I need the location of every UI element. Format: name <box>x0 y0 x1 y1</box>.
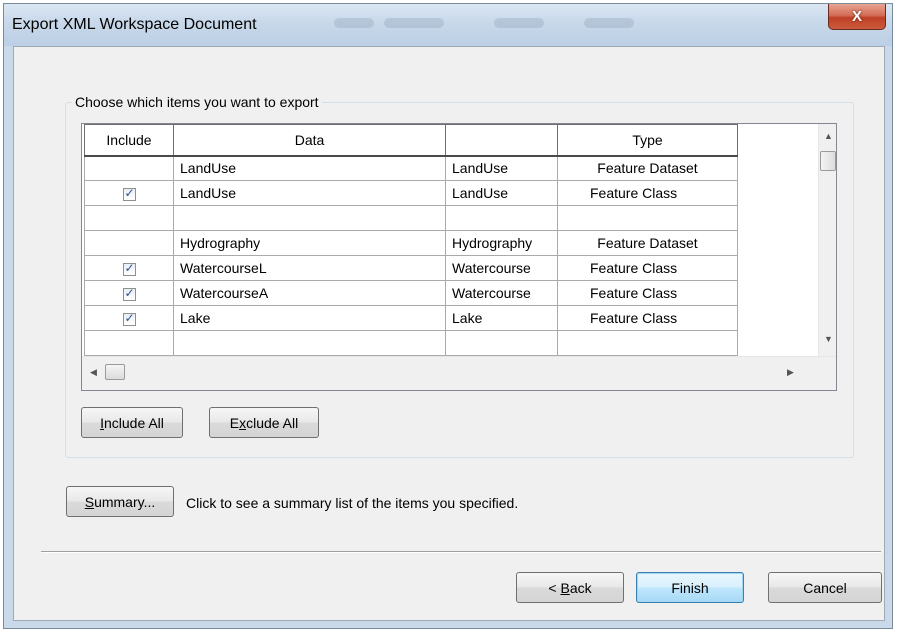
window-title: Export XML Workspace Document <box>12 16 257 33</box>
data-cell: WatercourseA <box>173 280 446 306</box>
back-mnemonic: B <box>560 579 570 596</box>
title-bar[interactable]: Export XML Workspace Document X <box>4 4 892 46</box>
table-row[interactable]: WatercourseLWatercourseFeature Class <box>84 255 738 281</box>
scroll-left-icon[interactable]: ◀ <box>90 367 97 378</box>
dataset-cell: Watercourse <box>445 255 558 281</box>
table-row[interactable]: LakeLakeFeature Class <box>84 305 738 331</box>
table-body: LandUseLandUseFeature DatasetLandUseLand… <box>84 155 738 356</box>
dataset-cell <box>445 205 558 231</box>
dataset-cell: LandUse <box>445 155 558 181</box>
summary-button[interactable]: Summary... <box>66 486 174 517</box>
data-cell <box>173 205 446 231</box>
type-cell: Feature Class <box>557 280 738 306</box>
include-all-button[interactable]: Include All <box>81 407 183 438</box>
titlebar-background-blur <box>494 18 544 28</box>
dialog-window: Export XML Workspace Document X Choose w… <box>3 3 893 629</box>
include-checkbox[interactable] <box>122 261 136 276</box>
dataset-cell: Watercourse <box>445 280 558 306</box>
scroll-down-icon[interactable]: ▼ <box>824 334 833 344</box>
column-header-data[interactable]: Data <box>173 124 446 157</box>
dialog-client-area: Choose which items you want to export In… <box>13 46 885 621</box>
back-label-pre: < <box>548 579 561 596</box>
items-grid[interactable]: Include Data Type LandUse LandUse Feature … <box>81 123 837 391</box>
vertical-scrollbar[interactable]: ▲ ▼ <box>818 124 836 356</box>
table-row[interactable]: LandUseLandUseFeature Class <box>84 180 738 206</box>
include-checkbox[interactable] <box>122 311 136 326</box>
column-header-include[interactable]: Include <box>84 124 174 157</box>
exclude-all-label: clude All <box>246 414 299 431</box>
back-button[interactable]: < Back <box>516 572 624 603</box>
type-cell: Feature Dataset <box>557 230 738 256</box>
include-cell <box>84 230 174 256</box>
titlebar-background-blur <box>584 18 634 28</box>
include-checkbox[interactable] <box>122 286 136 301</box>
include-cell[interactable] <box>84 255 174 281</box>
data-cell: WatercourseL <box>173 255 446 281</box>
include-checkbox[interactable] <box>122 186 136 201</box>
exclude-all-button[interactable]: Exclude All <box>209 407 319 438</box>
table-row[interactable]: LandUse LandUse Feature Dataset <box>84 155 738 181</box>
summary-mnemonic: S <box>84 493 95 510</box>
horizontal-scroll-thumb[interactable] <box>105 364 125 380</box>
close-icon: X <box>851 8 862 25</box>
include-cell[interactable] <box>84 305 174 331</box>
type-cell: Feature Class <box>557 180 738 206</box>
include-cell <box>84 155 174 181</box>
exclude-all-label-pre: E <box>229 414 240 431</box>
type-cell: Feature Dataset <box>557 155 738 181</box>
dataset-cell: Hydrography <box>445 230 558 256</box>
data-cell: Hydrography <box>173 230 446 256</box>
summary-label: ummary... <box>94 493 156 510</box>
type-cell <box>557 330 738 356</box>
table-header-row: Include Data Type <box>84 124 738 157</box>
table-row[interactable] <box>84 330 738 356</box>
table-row[interactable] <box>84 205 738 231</box>
data-cell: LandUse <box>173 155 446 181</box>
dataset-cell: Lake <box>445 305 558 331</box>
dataset-cell <box>445 330 558 356</box>
include-cell[interactable] <box>84 280 174 306</box>
type-cell: Feature Class <box>557 255 738 281</box>
back-label: ack <box>569 579 592 596</box>
type-cell: Feature Class <box>557 305 738 331</box>
scroll-up-icon[interactable]: ▲ <box>824 131 833 141</box>
cancel-button[interactable]: Cancel <box>768 572 882 603</box>
horizontal-scrollbar[interactable]: ◀ ▶ <box>82 356 836 390</box>
titlebar-background-blur <box>334 18 374 28</box>
include-cell[interactable] <box>84 180 174 206</box>
include-cell <box>84 330 174 356</box>
vertical-scroll-thumb[interactable] <box>820 151 836 171</box>
items-table: Include Data Type LandUse LandUse Feature … <box>84 124 738 356</box>
data-cell: Lake <box>173 305 446 331</box>
close-button[interactable]: X <box>828 4 886 30</box>
table-row[interactable]: Hydrography Hydrography Feature Dataset <box>84 230 738 256</box>
table-row[interactable]: WatercourseAWatercourseFeature Class <box>84 280 738 306</box>
scroll-right-icon[interactable]: ▶ <box>787 367 794 378</box>
group-legend: Choose which items you want to export <box>75 94 319 110</box>
summary-description: Click to see a summary list of the items… <box>186 495 519 511</box>
include-all-label: nclude All <box>103 414 164 431</box>
footer-separator <box>41 551 881 553</box>
type-cell <box>557 205 738 231</box>
dataset-cell: LandUse <box>445 180 558 206</box>
finish-button[interactable]: Finish <box>636 572 744 603</box>
column-header-type[interactable]: Type <box>557 124 738 157</box>
data-cell: LandUse <box>173 180 446 206</box>
titlebar-background-blur <box>384 18 444 28</box>
column-header-dataset[interactable] <box>445 124 558 157</box>
include-cell <box>84 205 174 231</box>
data-cell <box>173 330 446 356</box>
